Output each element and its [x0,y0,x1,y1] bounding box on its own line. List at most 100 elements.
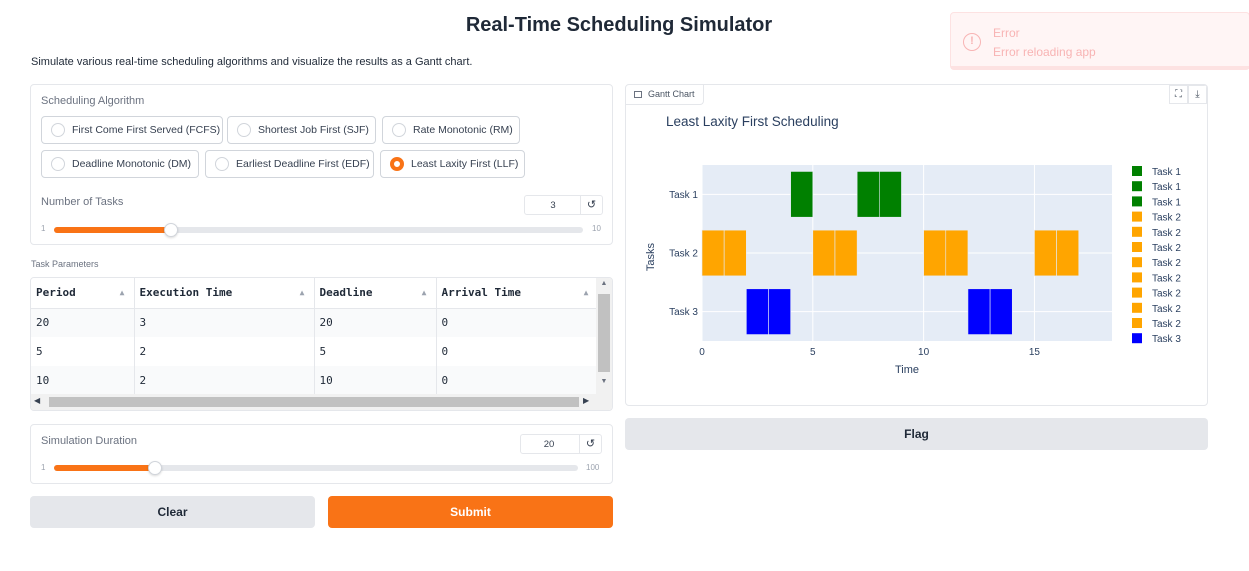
chart-title: Least Laxity First Scheduling [666,114,839,129]
radio-label: Shortest Job First (SJF) [258,124,369,136]
gantt-chart: Least Laxity First Scheduling 0 5 10 15 Task… [645,114,1181,376]
scrollbar-thumb[interactable] [49,397,579,407]
download-icon[interactable]: ⤓ [1188,85,1207,104]
table-cell[interactable]: 10 [314,366,437,395]
legend-swatch [1132,211,1142,222]
radio-edf[interactable]: Earliest Deadline First (EDF) [205,150,374,178]
duration-panel: Simulation Duration 20 ↺ 1 100 [30,424,613,484]
table-cell[interactable]: 3 [134,308,315,337]
y-tick-label: Task 3 [669,307,698,318]
slider-thumb[interactable] [147,461,162,475]
table-cell[interactable]: 20 [314,308,437,337]
algorithm-label: Scheduling Algorithm [41,95,145,107]
x-tick-label: 0 [699,347,705,358]
gantt-bar [1034,229,1057,277]
table-cell[interactable]: 0 [436,308,599,337]
gantt-bar [945,229,969,277]
scroll-left-arrow[interactable]: ◀ [34,396,40,405]
plot-area: 0 5 10 15 Task 1 Task 2 Task 3 [669,165,1112,358]
radio-circle [392,123,406,137]
x-tick-label: 15 [1029,347,1041,358]
table-cell[interactable]: 5 [314,337,437,366]
y-tick-label: Task 2 [669,249,698,260]
column-header-label: Execution Time [139,286,233,300]
gantt-bar [967,288,991,335]
legend-swatch [1132,272,1142,283]
table-header-row: Period ▲ Execution Time ▲ Deadline ▲ Arriva… [31,278,599,309]
table-row: 20 3 20 0 [31,308,599,337]
legend-swatch [1132,257,1142,268]
toast-message: Error reloading app [993,45,1096,59]
gantt-bar [701,229,725,277]
legend-swatch [1132,302,1142,313]
gantt-bar [834,229,858,277]
data-table: Period ▲ Execution Time ▲ Deadline ▲ Arriva… [31,278,599,395]
radio-fcfs[interactable]: First Come First Served (FCFS) [41,116,223,144]
table-cell[interactable]: 5 [31,337,135,366]
x-tick-label: 5 [810,347,816,358]
table-cell[interactable]: 10 [31,366,135,395]
vertical-scrollbar[interactable]: ▲ ▼ [596,278,612,394]
legend-label: Task 1 [1152,197,1181,208]
column-header[interactable]: Deadline ▲ [314,278,437,309]
slider-fill [54,465,155,471]
radio-sjf[interactable]: Shortest Job First (SJF) [227,116,376,144]
error-toast[interactable]: ! Error Error reloading app [950,12,1249,70]
radio-circle [390,157,404,171]
chart-panel-label: Gantt Chart [626,85,704,105]
clear-button[interactable]: Clear [30,496,315,528]
legend-label: Task 1 [1152,167,1181,178]
flag-button[interactable]: Flag [625,418,1208,450]
reset-icon[interactable]: ↺ [579,435,601,453]
legend-swatch [1132,226,1142,237]
scroll-down-arrow[interactable]: ▼ [596,378,612,385]
gantt-bar [746,288,769,335]
horizontal-scrollbar[interactable]: ◀ ▶ [31,394,612,410]
sort-icon[interactable]: ▲ [584,288,589,297]
submit-button[interactable]: Submit [328,496,613,528]
duration-max: 100 [586,463,600,472]
legend-label: Task 2 [1152,258,1181,269]
x-tick-label: 10 [918,347,930,358]
radio-label: First Come First Served (FCFS) [72,124,221,136]
table-row: 10 2 10 0 [31,366,599,395]
column-header[interactable]: Arrival Time ▲ [436,278,599,309]
task-params-table: Period ▲ Execution Time ▲ Deadline ▲ Arriva… [30,277,613,411]
duration-input[interactable]: 20 ↺ [520,434,602,454]
table-cell[interactable]: 0 [436,366,599,395]
sort-icon[interactable]: ▲ [120,288,125,297]
duration-value: 20 [543,439,555,450]
scrollbar-thumb[interactable] [598,294,610,372]
num-tasks-input[interactable]: 3 ↺ [524,195,603,215]
table-cell[interactable]: 2 [134,366,315,395]
sort-icon[interactable]: ▲ [300,288,305,297]
scroll-right-arrow[interactable]: ▶ [583,396,589,405]
radio-rm[interactable]: Rate Monotonic (RM) [382,116,520,144]
duration-label: Simulation Duration [41,435,137,447]
sort-icon[interactable]: ▲ [422,288,427,297]
chart-panel-label-text: Gantt Chart [648,89,695,99]
fullscreen-icon[interactable]: ⛶ [1169,85,1188,104]
scroll-up-arrow[interactable]: ▲ [596,280,612,287]
table-cell[interactable]: 2 [134,337,315,366]
column-header[interactable]: Execution Time ▲ [134,278,315,309]
column-header[interactable]: Period ▲ [31,278,135,309]
page-description: Simulate various real-time scheduling al… [31,56,473,68]
reset-icon[interactable]: ↺ [580,196,602,214]
gantt-bar [878,171,902,218]
column-header-label: Deadline [319,286,373,300]
radio-label: Deadline Monotonic (DM) [72,158,192,170]
num-tasks-slider[interactable] [54,223,583,237]
slider-fill [54,227,172,233]
num-tasks-max: 10 [592,224,601,233]
duration-slider[interactable] [54,461,578,475]
table-cell[interactable]: 20 [31,308,135,337]
duration-min: 1 [41,463,46,472]
radio-dm[interactable]: Deadline Monotonic (DM) [41,150,199,178]
legend-label: Task 2 [1152,213,1181,224]
table-cell[interactable]: 0 [436,337,599,366]
slider-thumb[interactable] [164,223,179,237]
radio-llf[interactable]: Least Laxity First (LLF) [380,150,525,178]
num-tasks-min: 1 [41,224,46,233]
legend-label: Task 2 [1152,273,1181,284]
